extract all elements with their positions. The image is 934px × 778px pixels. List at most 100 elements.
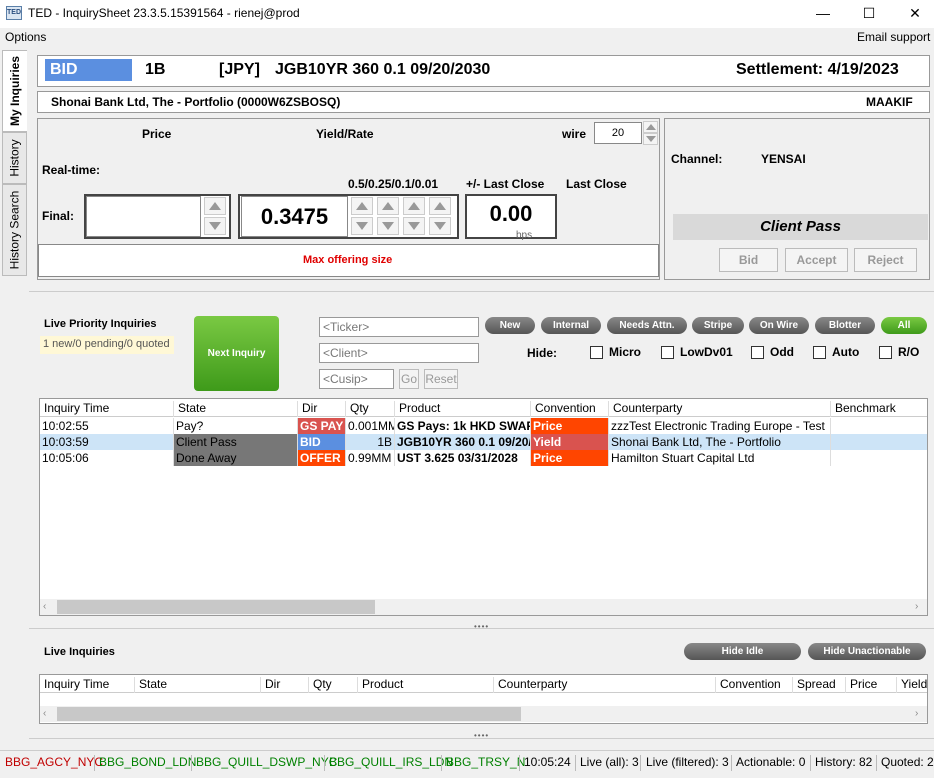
col-counterparty[interactable]: Counterparty (494, 677, 716, 693)
minimize-button[interactable]: — (800, 0, 846, 28)
filter-internal-button[interactable]: Internal (541, 317, 601, 334)
divider (324, 755, 325, 771)
next-inquiry-button[interactable]: Next Inquiry (194, 316, 279, 391)
hide-odd-checkbox[interactable]: Odd (751, 345, 794, 359)
max-offering-label: Max offering size (303, 254, 393, 266)
client-name: Shonai Bank Ltd, The - Portfolio (0000W6… (51, 95, 341, 109)
col-product[interactable]: Product (358, 677, 494, 693)
yield-up-0-01-button[interactable] (429, 197, 451, 215)
filter-new-button[interactable]: New (485, 317, 535, 334)
splitter-grip-icon[interactable]: •••• (474, 622, 489, 631)
col-counterparty[interactable]: Counterparty (609, 401, 831, 417)
cell-counterparty: zzzTest Electronic Trading Europe - Test (609, 418, 831, 434)
down-arrow-icon (408, 222, 420, 230)
cell-time: 10:05:06 (40, 450, 174, 466)
wire-up-button[interactable] (643, 121, 658, 133)
col-benchmark[interactable]: Benchmark (831, 401, 929, 417)
bid-button[interactable]: Bid (719, 248, 778, 272)
filter-stripe-button[interactable]: Stripe (692, 317, 744, 334)
col-qty[interactable]: Qty (346, 401, 395, 417)
scroll-right-icon[interactable]: › (915, 601, 918, 612)
scroll-thumb[interactable] (57, 600, 375, 614)
feed-status: BBG_BOND_LDN (99, 755, 197, 769)
cell-dir: BID (298, 434, 346, 450)
status-bar: BBG_AGCY_NYC BBG_BOND_LDN BBG_QUILL_DSWP… (0, 750, 934, 778)
col-state[interactable]: State (135, 677, 261, 693)
scroll-right-icon[interactable]: › (915, 708, 918, 719)
hide-micro-checkbox[interactable]: Micro (590, 345, 641, 359)
status-time: 10:05:24 (524, 755, 571, 769)
menu-options[interactable]: Options (5, 30, 46, 44)
hide-lowdv01-checkbox[interactable]: LowDv01 (661, 345, 733, 359)
up-arrow-icon (382, 202, 394, 210)
col-dir[interactable]: Dir (298, 401, 346, 417)
tab-history[interactable]: History (2, 132, 27, 184)
col-price[interactable]: Price (846, 677, 897, 693)
col-qty[interactable]: Qty (309, 677, 358, 693)
yield-down-0-5-button[interactable] (351, 217, 373, 235)
go-button[interactable]: Go (399, 369, 419, 389)
status-live-all: Live (all): 3 (580, 755, 639, 769)
hide-ro-checkbox[interactable]: R/O (879, 345, 919, 359)
price-up-button[interactable] (204, 197, 226, 215)
col-dir[interactable]: Dir (261, 677, 309, 693)
price-down-button[interactable] (204, 217, 226, 235)
col-inquiry-time[interactable]: Inquiry Time (40, 677, 135, 693)
maximize-button[interactable]: ☐ (846, 0, 892, 28)
wire-input[interactable]: 20 (594, 122, 642, 144)
yield-up-0-25-button[interactable] (377, 197, 399, 215)
ticker-input[interactable]: <Ticker> (319, 317, 479, 337)
filter-all-button[interactable]: All (881, 317, 927, 334)
col-state[interactable]: State (174, 401, 298, 417)
cell-benchmark (831, 418, 929, 434)
yield-down-0-25-button[interactable] (377, 217, 399, 235)
up-arrow-icon (434, 202, 446, 210)
hide-unactionable-button[interactable]: Hide Unactionable (808, 643, 926, 660)
table-row[interactable]: 10:02:55 Pay? GS PAY 0.001MM GS Pays: 1k… (40, 418, 927, 434)
hide-idle-button[interactable]: Hide Idle (684, 643, 801, 660)
divider (731, 755, 732, 771)
filter-needs-attn-button[interactable]: Needs Attn. (607, 317, 687, 334)
table-row-selected[interactable]: 10:03:59 Client Pass BID 1B JGB10YR 360 … (40, 434, 927, 450)
col-inquiry-time[interactable]: Inquiry Time (40, 401, 174, 417)
cusip-input[interactable]: <Cusip> (319, 369, 394, 389)
col-product[interactable]: Product (395, 401, 531, 417)
reset-button[interactable]: Reset (424, 369, 458, 389)
filter-on-wire-button[interactable]: On Wire (749, 317, 809, 334)
scroll-left-icon[interactable]: ‹ (43, 708, 46, 719)
col-convention[interactable]: Convention (531, 401, 609, 417)
feed-status: BBG_QUILL_IRS_LDN (329, 755, 454, 769)
yield-down-0-01-button[interactable] (429, 217, 451, 235)
divider (29, 738, 934, 739)
yield-up-0-1-button[interactable] (403, 197, 425, 215)
live-table-header: Inquiry Time State Dir Qty Product Count… (40, 675, 927, 693)
filter-blotter-button[interactable]: Blotter (815, 317, 875, 334)
cell-convention: Price (531, 418, 609, 434)
col-spread[interactable]: Spread (793, 677, 846, 693)
tab-my-inquiries[interactable]: My Inquiries (2, 50, 27, 132)
col-convention[interactable]: Convention (716, 677, 793, 693)
reject-button[interactable]: Reject (854, 248, 917, 272)
tab-history-search[interactable]: History Search (2, 184, 27, 276)
cell-counterparty: Shonai Bank Ltd, The - Portfolio (609, 434, 831, 450)
hide-auto-checkbox[interactable]: Auto (813, 345, 859, 359)
header-security: JGB10YR 360 0.1 09/20/2030 (275, 61, 491, 78)
scroll-thumb[interactable] (57, 707, 521, 721)
price-input[interactable] (86, 196, 201, 237)
menu-email-support[interactable]: Email support (857, 30, 930, 44)
live-hscrollbar[interactable]: ‹ › (40, 706, 927, 722)
change-unit: bps (516, 230, 533, 241)
client-input[interactable]: <Client> (319, 343, 479, 363)
priority-hscrollbar[interactable]: ‹ › (40, 599, 927, 615)
up-arrow-icon (408, 202, 420, 210)
accept-button[interactable]: Accept (785, 248, 848, 272)
yield-input[interactable]: 0.3475 (241, 196, 348, 237)
wire-down-button[interactable] (643, 133, 658, 145)
table-row[interactable]: 10:05:06 Done Away OFFER 0.99MM UST 3.62… (40, 450, 927, 466)
close-button[interactable]: ✕ (892, 0, 934, 28)
yield-down-0-1-button[interactable] (403, 217, 425, 235)
yield-up-0-5-button[interactable] (351, 197, 373, 215)
col-yield[interactable]: Yield (897, 677, 929, 693)
scroll-left-icon[interactable]: ‹ (43, 601, 46, 612)
change-value: 0.00 (469, 196, 553, 232)
